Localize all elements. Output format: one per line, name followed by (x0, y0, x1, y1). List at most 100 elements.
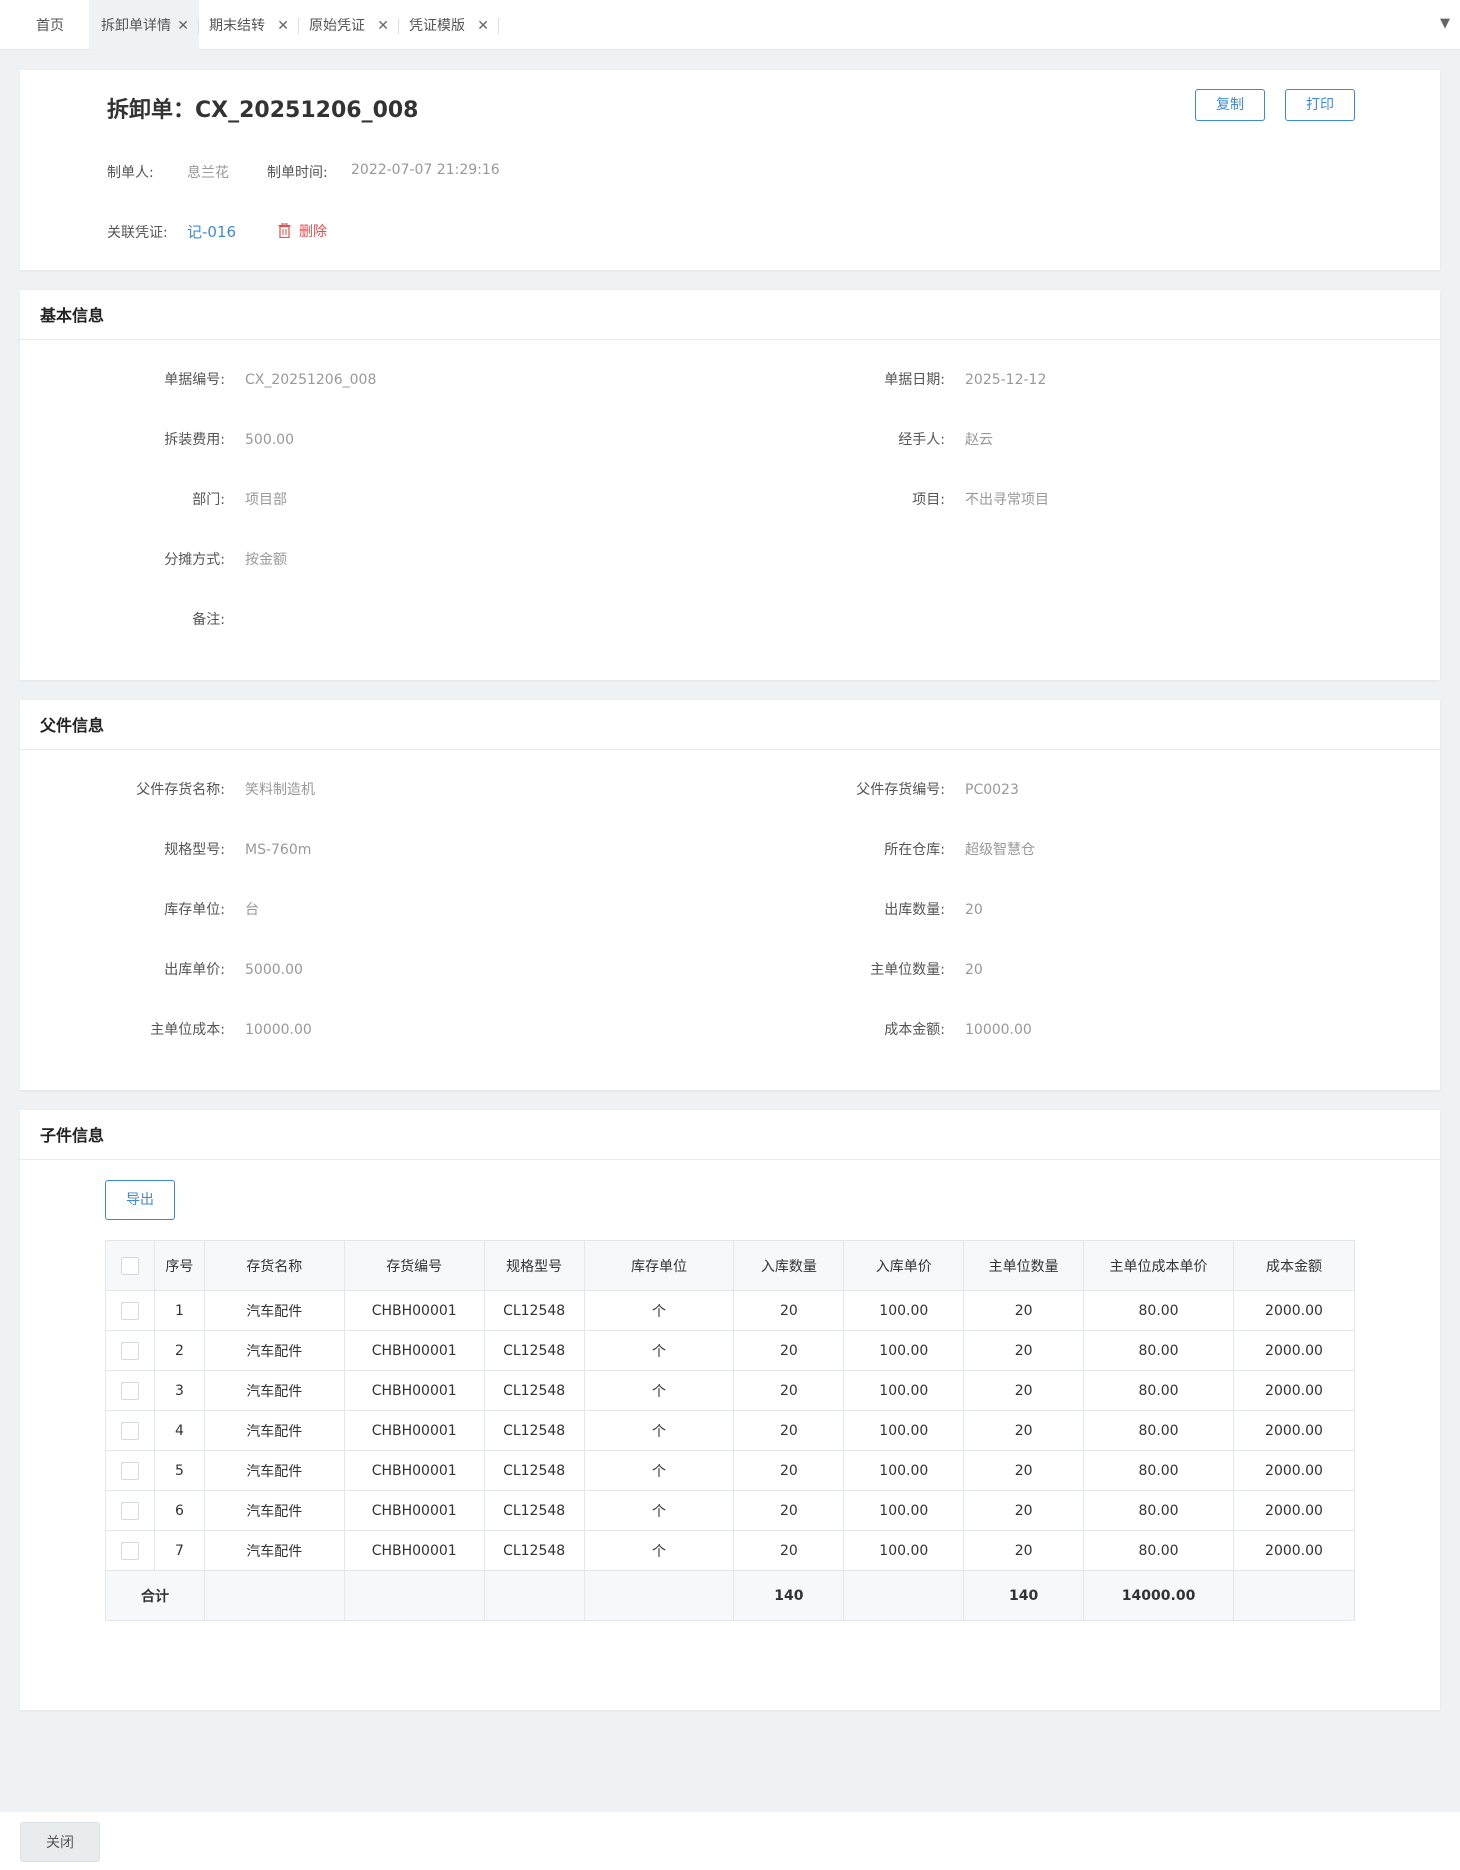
main-qty-value: 20 (965, 962, 983, 978)
table-cell: 个 (583, 1450, 735, 1491)
table-cell: 汽车配件 (203, 1330, 345, 1371)
total-main-cost: 14000.00 (1083, 1570, 1234, 1621)
table-cell: 个 (583, 1410, 735, 1451)
voucher-link[interactable]: 记-016 (187, 221, 236, 242)
table-cell: 20 (963, 1290, 1085, 1331)
doc-date-value: 2025-12-12 (965, 372, 1047, 388)
table-cell: CL12548 (483, 1530, 585, 1571)
table-header-row: 序号 存货名称 存货编号 规格型号 库存单位 入库数量 入库单价 主单位数量 主… (105, 1240, 1355, 1291)
tab-original-voucher[interactable]: 原始凭证 ✕ (299, 0, 399, 50)
table-cell: 20 (733, 1330, 845, 1371)
table-cell: 汽车配件 (203, 1410, 345, 1451)
tab-bar: 首页 拆卸单详情 ✕ 期末结转 ✕ 原始凭证 ✕ 凭证模版 ✕ ▼ (0, 0, 1460, 50)
row-checkbox[interactable] (120, 1381, 139, 1400)
tab-separator (498, 18, 499, 34)
close-button[interactable]: 关闭 (20, 1822, 100, 1862)
table-row: 1 汽车配件 CHBH00001 CL12548 个 20 100.00 20 … (105, 1290, 1355, 1331)
row-checkbox[interactable] (120, 1541, 139, 1560)
table-cell: 20 (963, 1450, 1085, 1491)
creator-label: 制单人: (107, 165, 154, 181)
alloc-field: 分摊方式: (20, 550, 225, 570)
close-icon[interactable]: ✕ (477, 0, 489, 52)
table-cell: 个 (583, 1490, 735, 1531)
trash-icon (278, 222, 291, 239)
table-cell: 20 (733, 1370, 845, 1411)
table-cell: CHBH00001 (343, 1490, 485, 1531)
warehouse-value: 超级智慧仓 (965, 842, 1035, 858)
close-icon[interactable]: ✕ (277, 0, 289, 52)
tab-disassembly-detail[interactable]: 拆卸单详情 ✕ (89, 0, 199, 50)
main-qty-field: 主单位数量: (20, 960, 945, 980)
print-button[interactable]: 打印 (1285, 89, 1355, 121)
remark-label: 备注: (192, 612, 225, 628)
row-checkbox[interactable] (120, 1301, 139, 1320)
row-checkbox[interactable] (120, 1421, 139, 1440)
voucher-meta: 关联凭证: (107, 222, 168, 242)
table-cell: CHBH00001 (343, 1450, 485, 1491)
tabs-dropdown-icon[interactable]: ▼ (1440, 16, 1450, 31)
column-header: 入库单价 (843, 1240, 965, 1291)
handler-label: 经手人: (898, 432, 945, 448)
table-cell: 2000.00 (1233, 1410, 1355, 1451)
row-checkbox[interactable] (120, 1461, 139, 1480)
table-cell: 80.00 (1083, 1330, 1234, 1371)
table-cell: 80.00 (1083, 1290, 1234, 1331)
tab-home[interactable]: 首页 (0, 0, 88, 50)
tab-voucher-template[interactable]: 凭证模版 ✕ (399, 0, 499, 50)
cost-amount-field: 成本金额: (20, 1020, 945, 1040)
select-all-cell (105, 1240, 155, 1291)
footer-bar: 关闭 (0, 1812, 1460, 1870)
table-cell: 汽车配件 (203, 1290, 345, 1331)
children-info-card: 子件信息 导出 序号 存货名称 存货编号 规格型号 库存单位 入库数量 入库单价… (20, 1110, 1440, 1710)
created-time-value: 2022-07-07 21:29:16 (351, 162, 500, 178)
column-header: 规格型号 (483, 1240, 585, 1291)
total-main-qty: 140 (963, 1570, 1085, 1621)
table-cell: 20 (733, 1450, 845, 1491)
table-cell: 6 (153, 1490, 205, 1531)
table-cell: 2000.00 (1233, 1330, 1355, 1371)
table-cell: 100.00 (843, 1410, 965, 1451)
table-cell: 1 (153, 1290, 205, 1331)
table-cell: 2000.00 (1233, 1450, 1355, 1491)
table-cell: 80.00 (1083, 1410, 1234, 1451)
row-checkbox[interactable] (120, 1501, 139, 1520)
column-header: 存货名称 (203, 1240, 345, 1291)
close-icon[interactable]: ✕ (177, 0, 189, 52)
table-cell: CL12548 (483, 1330, 585, 1371)
copy-button[interactable]: 复制 (1195, 89, 1265, 121)
row-checkbox[interactable] (120, 1341, 139, 1360)
table-cell: 20 (963, 1330, 1085, 1371)
doc-date-field: 单据日期: (20, 370, 945, 390)
table-cell: CHBH00001 (343, 1530, 485, 1571)
main-qty-label: 主单位数量: (870, 962, 945, 978)
table-cell: 20 (963, 1490, 1085, 1531)
delete-button[interactable]: 删除 (278, 221, 327, 241)
table-cell: 个 (583, 1370, 735, 1411)
table-cell: 20 (733, 1530, 845, 1571)
table-row: 4 汽车配件 CHBH00001 CL12548 个 20 100.00 20 … (105, 1410, 1355, 1451)
close-icon[interactable]: ✕ (377, 0, 389, 52)
project-field: 项目: (20, 490, 945, 510)
table-cell: CL12548 (483, 1410, 585, 1451)
select-all-checkbox[interactable] (120, 1256, 139, 1275)
parent-info-card: 父件信息 父件存货名称: 笑料制造机 父件存货编号: PC0023 规格型号: … (20, 700, 1440, 1090)
tab-period-end-transfer[interactable]: 期末结转 ✕ (199, 0, 299, 50)
out-qty-value: 20 (965, 902, 983, 918)
table-cell: 汽车配件 (203, 1490, 345, 1531)
table-cell: 20 (733, 1410, 845, 1451)
handler-value: 赵云 (965, 432, 993, 448)
table-cell: 2000.00 (1233, 1490, 1355, 1531)
parent-code-field: 父件存货编号: (20, 780, 945, 800)
table-cell: CL12548 (483, 1450, 585, 1491)
table-cell: 20 (733, 1290, 845, 1331)
table-cell: CHBH00001 (343, 1410, 485, 1451)
table-cell: 20 (733, 1490, 845, 1531)
alloc-value: 按金额 (245, 552, 287, 568)
project-label: 项目: (912, 492, 945, 508)
page-title: 拆卸单：CX_20251206_008 (107, 98, 419, 123)
table-cell: 100.00 (843, 1530, 965, 1571)
table-cell: 汽车配件 (203, 1370, 345, 1411)
section-title: 基本信息 (20, 290, 1440, 340)
export-button[interactable]: 导出 (105, 1180, 175, 1220)
section-title: 父件信息 (20, 700, 1440, 750)
